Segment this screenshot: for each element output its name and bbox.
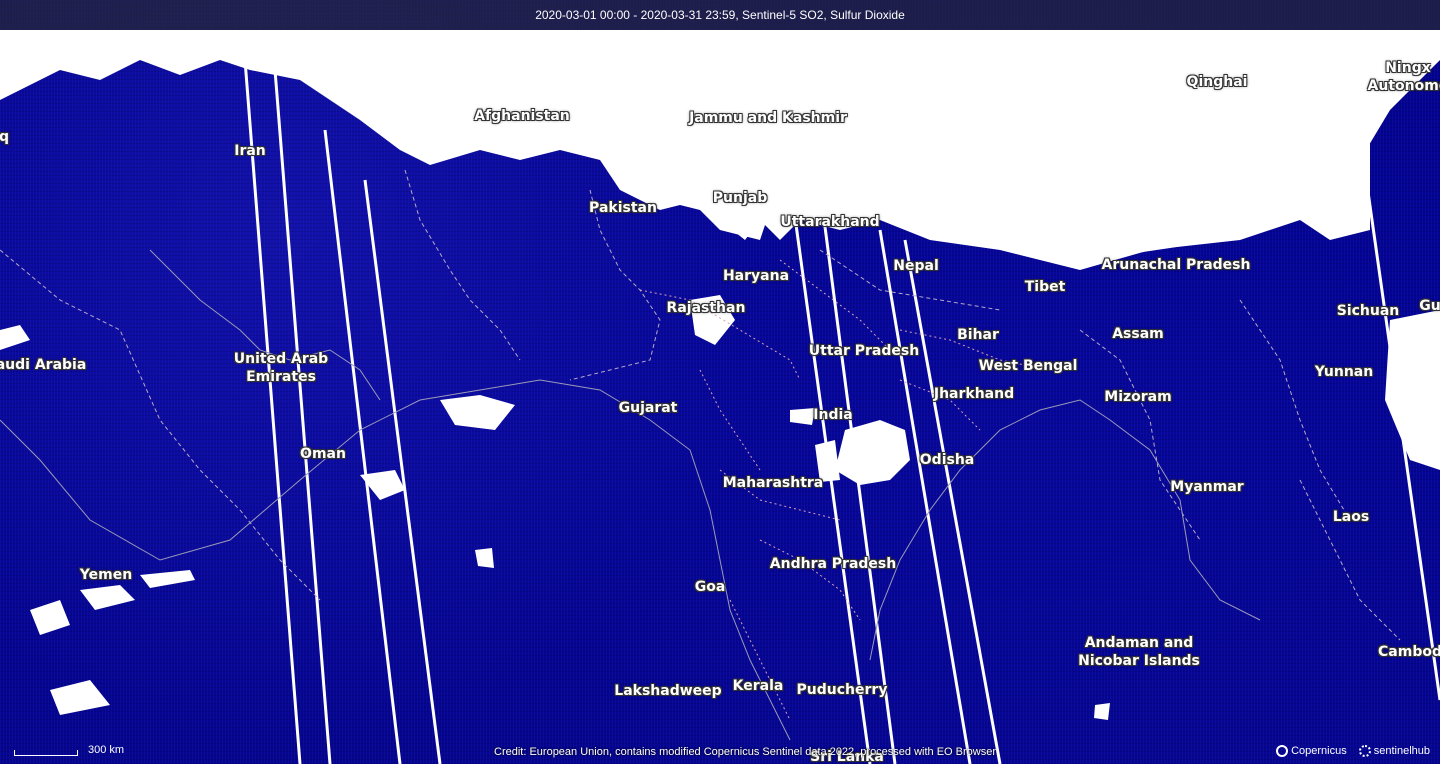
place-label-yunnan: Yunnan <box>1314 364 1374 380</box>
cloud-andaman <box>1094 703 1110 720</box>
place-label-bihar: Bihar <box>957 327 999 343</box>
scale-bar: 300 km <box>14 740 124 756</box>
place-label-india: India <box>813 407 853 423</box>
place-label-haryana: Haryana <box>722 268 790 284</box>
place-label-kerala: Kerala <box>732 678 784 694</box>
coastlines <box>0 249 1261 741</box>
place-label-punjab: Punjab <box>712 190 768 206</box>
map-view[interactable]: 2020-03-01 00:00 - 2020-03-31 23:59, Sen… <box>0 0 1440 764</box>
place-label-afghanistan: Afghanistan <box>474 108 570 124</box>
coast-bay-of-bengal <box>869 399 1261 661</box>
place-label-yemen: Yemen <box>79 567 133 583</box>
place-label-andaman-nicobar: Andaman and Nicobar Islands <box>1078 635 1200 669</box>
place-label-andhra-pradesh: Andhra Pradesh <box>769 556 897 572</box>
border-laos <box>1299 479 1401 641</box>
place-label-odisha: Odisha <box>919 452 975 468</box>
border-iran-pakistan <box>404 169 521 361</box>
border-karnataka <box>729 599 791 721</box>
cloud-arabia-2 <box>50 680 110 715</box>
sentinelhub-icon <box>1358 745 1371 757</box>
border-gujarat-mp <box>699 369 761 471</box>
cloud-east <box>1385 310 1440 470</box>
scale-bar-label: 300 km <box>88 744 125 756</box>
place-label-ningxia: Ningx Autonomo <box>1367 60 1440 94</box>
place-label-west-bengal: West Bengal <box>978 358 1078 374</box>
provider-logos: Copernicus sentinelhub <box>1276 745 1430 757</box>
copernicus-logo-text: Copernicus <box>1291 745 1347 757</box>
place-label-puducherry: Puducherry <box>796 682 888 698</box>
attribution-text: Credit: European Union, contains modifie… <box>494 746 996 758</box>
place-label-iran: Iran <box>234 143 266 159</box>
border-china-myanmar <box>1239 299 1351 521</box>
place-label-oman: Oman <box>300 446 346 462</box>
sentinelhub-logo[interactable]: sentinelhub <box>1358 745 1430 757</box>
sentinelhub-logo-text: sentinelhub <box>1373 745 1430 757</box>
cloud-yemen-3 <box>140 570 195 588</box>
place-label-jharkhand: Jharkhand <box>933 386 1015 402</box>
border-arabia <box>0 249 241 511</box>
place-label-arunachal-pradesh: Arunachal Pradesh <box>1101 257 1251 273</box>
cloud-yemen-2 <box>80 585 135 610</box>
place-label-assam: Assam <box>1112 326 1164 342</box>
cloud-arabia-1 <box>0 325 30 350</box>
cloud-odisha <box>835 420 910 485</box>
place-label-laos: Laos <box>1332 509 1370 525</box>
border-pakistan-india <box>569 189 661 381</box>
cloud-yemen-1 <box>30 600 70 635</box>
swath-gap-8 <box>903 239 1002 764</box>
place-label-iraq: q <box>0 129 10 145</box>
place-label-uttar-pradesh: Uttar Pradesh <box>808 343 920 359</box>
border-india-myanmar <box>1079 329 1201 541</box>
swath-gap-7 <box>878 229 972 764</box>
swath-gap-1 <box>243 59 302 764</box>
cloud-india <box>790 408 815 425</box>
place-label-myanmar: Myanmar <box>1170 479 1244 495</box>
place-label-sichuan: Sichuan <box>1336 303 1400 319</box>
place-label-gujarat: Gujarat <box>618 400 678 416</box>
cloud-cover <box>0 30 1440 720</box>
cloud-punjab <box>610 110 790 240</box>
place-label-mizoram: Mizoram <box>1104 389 1172 405</box>
cloud-gujarat-2 <box>475 548 494 568</box>
place-label-qinghai: Qinghai <box>1186 74 1248 90</box>
place-label-lakshadweep: Lakshadweep <box>614 683 722 699</box>
place-label-maharashtra: Maharashtra <box>722 475 824 491</box>
place-label-tibet: Tibet <box>1024 279 1066 295</box>
cloud-gujarat-1 <box>440 395 515 430</box>
scale-bar-line <box>14 750 78 756</box>
place-label-uttarakhand: Uttarakhand <box>780 214 880 230</box>
place-label-nepal: Nepal <box>893 258 939 274</box>
place-label-gu: Gu <box>1419 298 1440 314</box>
copernicus-logo[interactable]: Copernicus <box>1276 745 1347 757</box>
swath-gap-4 <box>363 179 442 764</box>
place-label-jammu-and-kashmir: Jammu and Kashmir <box>689 110 847 126</box>
place-label-pakistan: Pakistan <box>589 200 657 216</box>
swath-gap-2 <box>273 69 332 764</box>
copernicus-icon <box>1276 745 1289 757</box>
place-label-goa: Goa <box>694 579 726 595</box>
place-label-cambodia: Cambod <box>1378 644 1440 660</box>
place-label-saudi-arabia: audi Arabia <box>0 357 87 373</box>
place-label-rajasthan: Rajasthan <box>666 300 746 316</box>
place-label-uae: United Arab Emirates <box>233 351 329 385</box>
date-layer-title: 2020-03-01 00:00 - 2020-03-31 23:59, Sen… <box>0 0 1440 30</box>
